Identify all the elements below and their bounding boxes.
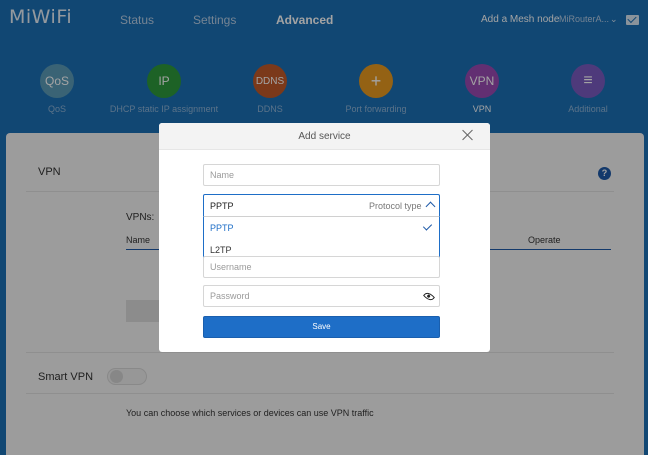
protocol-type-select[interactable]: PPTP Protocol type bbox=[203, 194, 440, 217]
password-input[interactable] bbox=[203, 285, 440, 307]
option-pptp[interactable]: PPTP bbox=[204, 217, 439, 239]
dialog-header: Add service bbox=[159, 123, 490, 150]
option-label: L2TP bbox=[210, 245, 232, 255]
check-icon bbox=[422, 221, 433, 231]
protocol-dropdown: PPTP L2TP bbox=[203, 217, 440, 261]
option-label: PPTP bbox=[210, 223, 234, 233]
protocol-type-label: Protocol type bbox=[369, 201, 422, 211]
close-icon[interactable] bbox=[462, 129, 474, 141]
username-input[interactable] bbox=[203, 256, 440, 278]
name-input[interactable] bbox=[203, 164, 440, 186]
save-button[interactable]: Save bbox=[203, 316, 440, 338]
add-service-dialog: Add service PPTP Protocol type PPTP L2TP… bbox=[159, 123, 490, 352]
dialog-title: Add service bbox=[298, 131, 351, 142]
protocol-value: PPTP bbox=[210, 201, 234, 211]
chevron-up-icon bbox=[425, 201, 436, 212]
